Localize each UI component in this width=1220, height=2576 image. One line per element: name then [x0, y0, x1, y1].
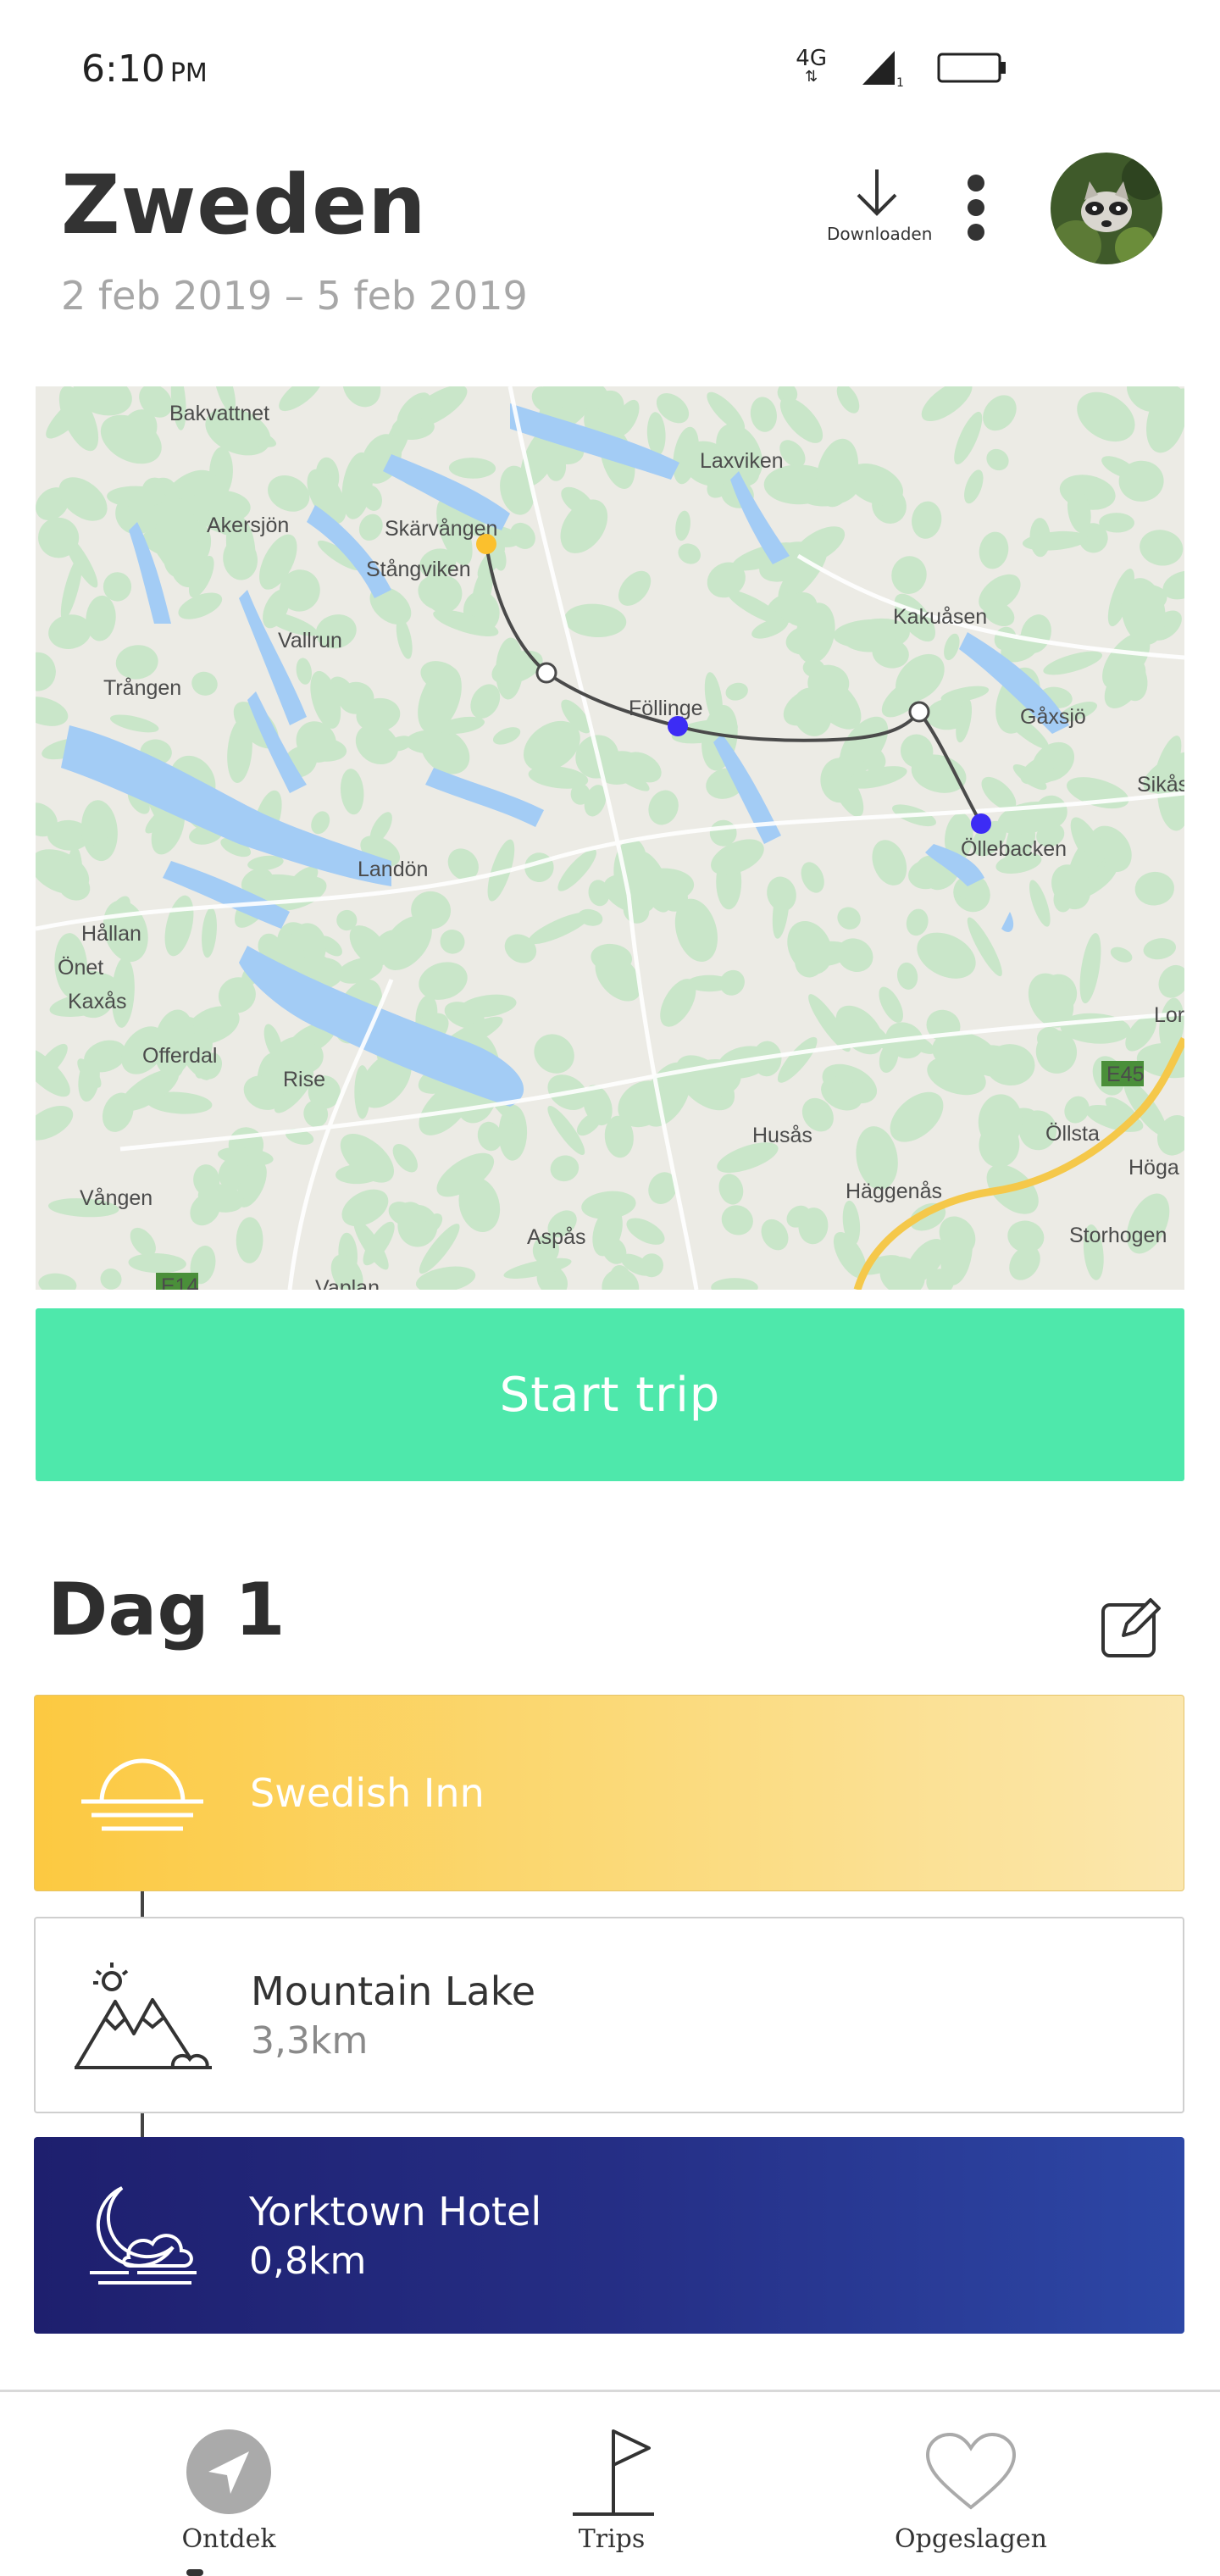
map-place-label: E14: [161, 1274, 199, 1290]
route-waypoint[interactable]: [908, 701, 930, 723]
flag-icon: [573, 2429, 654, 2516]
route-start-marker[interactable]: [476, 534, 496, 554]
svg-text:1: 1: [896, 76, 903, 86]
itinerary-item[interactable]: Yorktown Hotel 0,8km: [34, 2137, 1184, 2334]
map-place-label: Öllebacken: [961, 837, 1067, 861]
bottom-navigation: Ontdek Trips Opgeslagen: [0, 2390, 1220, 2576]
map-place-label: Gåxsjö: [1020, 705, 1086, 729]
mountain-icon: [75, 1963, 212, 2069]
map-place-label: Öllsta: [1045, 1122, 1100, 1146]
item-name: Swedish Inn: [250, 1770, 485, 1816]
map-place-label: Kaxås: [68, 990, 126, 1013]
raccoon-avatar-image: [1051, 153, 1162, 264]
day-title: Dag 1: [47, 1568, 286, 1652]
item-text: Yorktown Hotel 0,8km: [249, 2189, 541, 2283]
map-place-label: Storhogen: [1069, 1224, 1167, 1247]
status-time: 6:10 PM: [81, 47, 208, 91]
sunrise-icon: [81, 1758, 203, 1831]
icon-wrap: [36, 1918, 251, 2112]
item-distance: 3,3km: [251, 2018, 369, 2062]
nav-label: Ontdek: [181, 2524, 276, 2554]
map-place-label: Aspås: [527, 1225, 585, 1249]
nav-icon-wrap: [924, 2424, 1018, 2519]
map-place-label: E45: [1106, 1063, 1144, 1086]
page-title: Zweden: [61, 158, 427, 253]
navigation-arrow-icon: [186, 2429, 271, 2514]
edit-icon: [1101, 1598, 1161, 1657]
map-place-label: Häggenås: [846, 1180, 942, 1203]
icon-wrap: [34, 2137, 249, 2334]
avatar[interactable]: [1051, 153, 1162, 264]
download-icon: [857, 169, 897, 216]
status-icons: 4G ⇅ 1: [796, 46, 1008, 86]
map-place-label: Landön: [358, 858, 428, 881]
more-dot: [968, 175, 984, 192]
moon-night-icon: [90, 2186, 197, 2285]
map-place-label: Laxviken: [700, 449, 784, 473]
download-button[interactable]: Downloaden: [827, 166, 933, 251]
map-place-label: Rise: [283, 1068, 325, 1091]
map-place-label: Hållan: [81, 922, 141, 946]
signal-icon: 1: [862, 51, 903, 86]
start-trip-button[interactable]: Start trip: [36, 1308, 1184, 1481]
route-stop-marker[interactable]: [971, 813, 991, 834]
item-text: Mountain Lake 3,3km: [251, 1968, 535, 2062]
edit-day-button[interactable]: [1098, 1593, 1166, 1661]
more-dot: [968, 199, 984, 216]
heart-icon: [925, 2432, 1017, 2510]
map-place-label: Vallrun: [278, 629, 342, 652]
nav-item-ontdek[interactable]: Ontdek: [161, 2392, 297, 2576]
timeline-connector: [141, 2112, 144, 2139]
map-place-label: Önet: [58, 956, 103, 980]
item-text: Swedish Inn: [250, 1770, 485, 1816]
map-place-label: Husås: [752, 1124, 812, 1147]
route-waypoint[interactable]: [535, 662, 557, 684]
status-bar: 6:10 PM 4G ⇅ 1: [0, 0, 1220, 136]
map-place-label: Akersjön: [207, 514, 289, 537]
itinerary-item[interactable]: Swedish Inn: [34, 1695, 1184, 1891]
gesture-handle: [186, 2569, 203, 2576]
nav-icon-wrap: [185, 2424, 273, 2519]
map-place-label: Vaplan: [315, 1276, 380, 1290]
icon-wrap: [35, 1696, 250, 1890]
itinerary-item[interactable]: Mountain Lake 3,3km: [34, 1917, 1184, 2113]
nav-item-opgeslagen[interactable]: Opgeslagen: [886, 2392, 1056, 2576]
nav-item-trips[interactable]: Trips: [544, 2392, 679, 2576]
item-distance: 0,8km: [249, 2239, 367, 2283]
map-place-label: Vången: [80, 1186, 152, 1210]
route-stop-marker[interactable]: [668, 716, 688, 736]
trip-map[interactable]: Bakvattnet Laxviken Akersjön Skärvången Stån…: [36, 386, 1184, 1290]
trip-dates: 2 feb 2019 – 5 feb 2019: [61, 273, 528, 319]
map-place-label: Sikås: [1137, 773, 1184, 797]
item-name: Yorktown Hotel: [249, 2188, 542, 2235]
timeline-connector: [141, 1890, 144, 1918]
download-label: Downloaden: [827, 224, 933, 244]
nav-label: Opgeslagen: [895, 2524, 1047, 2554]
map-place-label: Offerdal: [142, 1044, 217, 1068]
map-place-label: Stångviken: [366, 558, 471, 581]
map-place-label: Bakvattnet: [169, 402, 269, 425]
map-place-label: Trången: [103, 676, 181, 700]
item-name: Mountain Lake: [251, 1968, 536, 2014]
map-place-label: Höga: [1128, 1156, 1179, 1180]
more-dot: [968, 224, 984, 241]
more-options-button[interactable]: [959, 169, 993, 246]
map-place-label: Kakuåsen: [893, 605, 987, 629]
nav-label: Trips: [578, 2524, 646, 2554]
network-icon: 4G ⇅: [796, 46, 827, 86]
battery-icon: [937, 53, 1006, 83]
nav-icon-wrap: [568, 2424, 656, 2519]
map-place-label: Lor: [1154, 1003, 1184, 1027]
